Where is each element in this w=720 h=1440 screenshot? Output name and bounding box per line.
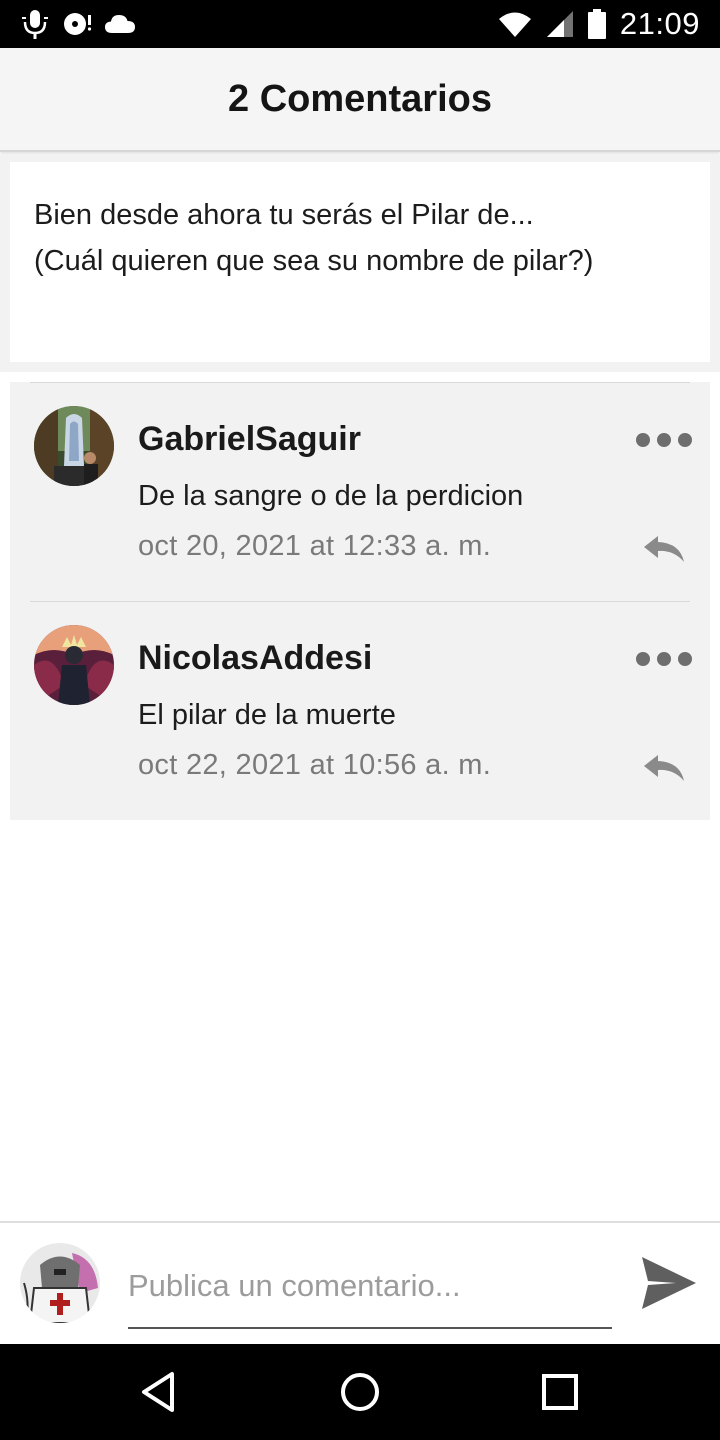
signal-icon — [546, 11, 573, 37]
comment-date: oct 20, 2021 at 12:33 a. m. — [138, 530, 492, 562]
comment-author[interactable]: GabrielSaguir — [138, 420, 361, 459]
avatar[interactable] — [34, 406, 114, 486]
back-icon[interactable] — [136, 1368, 184, 1416]
comment-date: oct 22, 2021 at 10:56 a. m. — [138, 749, 492, 781]
cd-icon — [64, 13, 92, 35]
microphone-icon — [22, 10, 48, 39]
comments-screen: 21:09 2 Comentarios Bien desde ahora tu … — [0, 0, 720, 1440]
current-user-avatar — [20, 1243, 100, 1323]
avatar[interactable] — [34, 625, 114, 705]
wifi-icon — [498, 12, 531, 37]
battery-icon — [587, 9, 606, 39]
comment-composer — [0, 1221, 720, 1344]
status-bar: 21:09 — [0, 0, 720, 48]
reply-icon[interactable] — [642, 753, 686, 783]
navigation-bar — [0, 1344, 720, 1440]
more-options-icon[interactable] — [636, 649, 692, 669]
more-options-icon[interactable] — [636, 430, 692, 450]
send-icon[interactable] — [640, 1255, 698, 1311]
recents-icon[interactable] — [536, 1368, 584, 1416]
divider — [30, 382, 690, 383]
comment-item: NicolasAddesi El pilar de la muerte oct … — [10, 601, 710, 820]
comment-list: GabrielSaguir De la sangre o de la perdi… — [10, 382, 710, 820]
divider — [30, 601, 690, 602]
comment-text: De la sangre o de la perdicion — [138, 480, 524, 512]
status-time: 21:09 — [619, 6, 700, 41]
post-text-line-1: Bien desde ahora tu serás el Pilar de... — [34, 199, 534, 231]
comment-item: GabrielSaguir De la sangre o de la perdi… — [10, 382, 710, 601]
post-card: Bien desde ahora tu serás el Pilar de...… — [10, 162, 710, 362]
comment-author[interactable]: NicolasAddesi — [138, 639, 372, 678]
post-area: Bien desde ahora tu serás el Pilar de...… — [0, 154, 720, 372]
page-title: 2 Comentarios — [228, 77, 492, 120]
reply-icon[interactable] — [642, 534, 686, 564]
header-bar: 2 Comentarios — [0, 48, 720, 152]
cloud-icon — [105, 15, 135, 33]
comment-text: El pilar de la muerte — [138, 699, 396, 731]
comment-input[interactable] — [128, 1257, 612, 1329]
post-text-line-2: (Cuál quieren que sea su nombre de pilar… — [34, 245, 594, 277]
home-icon[interactable] — [336, 1368, 384, 1416]
